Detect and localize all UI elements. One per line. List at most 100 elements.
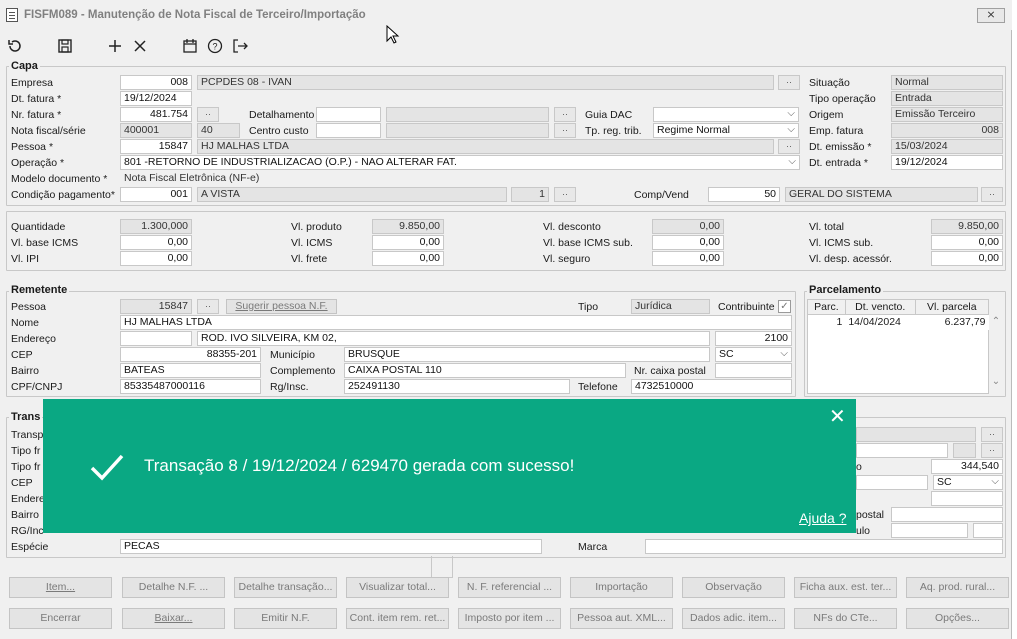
rem-endereco-type-field[interactable]	[120, 331, 192, 346]
empresa-lookup-button[interactable]: ··	[778, 75, 800, 90]
guia-dac-select[interactable]	[653, 107, 799, 122]
toast-close-icon[interactable]: ✕	[829, 404, 846, 429]
trans-numero-field[interactable]	[931, 491, 1003, 506]
base-icms-field[interactable]: 0,00	[120, 235, 192, 250]
parcelamento-scrollbar[interactable]: ⌃ ⌄	[990, 316, 1002, 394]
ficha-aux-button[interactable]: Ficha aux. est. ter...	[794, 577, 897, 598]
check-icon	[90, 454, 124, 481]
base-icms-sub-field[interactable]: 0,00	[652, 235, 724, 250]
trans-lookup-button-2[interactable]: ··	[981, 443, 1003, 458]
table-row[interactable]: 1 14/04/2024 6.237,79	[807, 314, 989, 330]
window-close-button[interactable]: ⨯	[977, 8, 1005, 23]
dt-fatura-field[interactable]: 19/12/2024	[120, 91, 192, 106]
nr-fatura-field[interactable]: 481.754	[120, 107, 192, 122]
ipi-field[interactable]: 0,00	[120, 251, 192, 266]
centro-custo-lookup-button[interactable]: ··	[554, 123, 576, 138]
seguro-field[interactable]: 0,00	[652, 251, 724, 266]
pessoa-lookup-button[interactable]: ··	[778, 139, 800, 154]
marca-field[interactable]	[645, 539, 1003, 554]
importacao-button[interactable]: Importação	[570, 577, 673, 598]
operacao-select[interactable]: 801 -RETORNO DE INDUSTRIALIZACAO (O.P.) …	[120, 155, 800, 170]
pessoa-code-field[interactable]: 15847	[120, 139, 192, 154]
tp-reg-trib-label: Tp. reg. trib.	[585, 125, 642, 137]
vencto-header[interactable]: Dt. vencto.	[844, 299, 916, 315]
nr-fatura-lookup-button[interactable]: ··	[197, 107, 219, 122]
trans-lookup-button[interactable]: ··	[981, 427, 1003, 442]
rem-cep-field[interactable]: 88355-201	[120, 347, 261, 362]
empresa-name-field: PCPDES 08 - IVAN	[197, 75, 774, 90]
trans-postal-field[interactable]	[891, 507, 1003, 522]
rem-telefone-field[interactable]: 4732510000	[631, 379, 792, 394]
empresa-code-field[interactable]: 008	[120, 75, 192, 90]
comp-vend-lookup-button[interactable]: ··	[981, 187, 1003, 202]
rem-bairro-field[interactable]: BATEAS	[120, 363, 261, 378]
comp-vend-code-field[interactable]: 50	[708, 187, 780, 202]
desp-field[interactable]: 0,00	[931, 251, 1003, 266]
sugerir-pessoa-button[interactable]: Sugerir pessoa N.F.	[226, 299, 337, 314]
opcoes-button[interactable]: Opções...	[906, 608, 1009, 629]
rem-caixa-postal-field[interactable]	[715, 363, 792, 378]
rem-cpf-field[interactable]: 85335487000116	[120, 379, 261, 394]
trans-ulo-field[interactable]	[891, 523, 968, 538]
refresh-icon[interactable]	[5, 36, 25, 56]
icms-field[interactable]: 0,00	[372, 235, 444, 250]
visualizar-total-button[interactable]: Visualizar total...	[346, 577, 449, 598]
contribuinte-checkbox[interactable]: ✓	[778, 300, 791, 313]
rem-endereco-field[interactable]: ROD. IVO SILVEIRA, KM 02,	[197, 331, 710, 346]
condicao-code-field[interactable]: 001	[120, 187, 192, 202]
rem-rg-field[interactable]: 252491130	[344, 379, 570, 394]
rem-municipio-field[interactable]: BRUSQUE	[344, 347, 710, 362]
condicao-lookup-button[interactable]: ··	[554, 187, 576, 202]
frete-field[interactable]: 0,00	[372, 251, 444, 266]
trans-endereco-label: Endere	[11, 493, 45, 505]
nf-referencial-button[interactable]: N. F. referencial ...	[458, 577, 561, 598]
aq-prod-rural-button[interactable]: Aq. prod. rural...	[906, 577, 1009, 598]
emitir-nf-button[interactable]: Emitir N.F.	[234, 608, 337, 629]
delete-icon[interactable]	[130, 36, 150, 56]
tp-reg-trib-select[interactable]: Regime Normal	[653, 123, 799, 138]
trans-ulo-field-2[interactable]	[973, 523, 1003, 538]
scroll-down-icon[interactable]: ⌄	[990, 376, 1002, 387]
dt-entrada-field[interactable]: 19/12/2024	[891, 155, 1003, 170]
imposto-item-button[interactable]: Imposto por item ...	[458, 608, 561, 629]
centro-custo-label: Centro custo	[249, 125, 309, 137]
calendar-icon[interactable]	[180, 36, 200, 56]
operacao-label: Operação *	[11, 157, 65, 169]
trans-peso-field[interactable]: 344,540	[931, 459, 1003, 474]
dados-adic-item-button[interactable]: Dados adic. item...	[682, 608, 785, 629]
toast-help-link[interactable]: Ajuda ?	[799, 510, 846, 526]
trans-field-2[interactable]	[856, 443, 948, 458]
rem-uf-select[interactable]: SC	[715, 347, 792, 362]
pessoa-aut-xml-button[interactable]: Pessoa aut. XML...	[570, 608, 673, 629]
baixar-button[interactable]: Baixar...	[122, 608, 225, 629]
icms-sub-field[interactable]: 0,00	[931, 235, 1003, 250]
parc-header[interactable]: Parc.	[807, 299, 846, 315]
rem-complemento-field[interactable]: CAIXA POSTAL 110	[344, 363, 626, 378]
encerrar-button[interactable]: Encerrar	[9, 608, 112, 629]
icms-sub-label: Vl. ICMS sub.	[809, 237, 874, 249]
valor-header[interactable]: Vl. parcela	[914, 299, 990, 315]
scroll-up-icon[interactable]: ⌃	[990, 316, 1002, 327]
trans-uf-select[interactable]: SC	[933, 475, 1003, 490]
add-icon[interactable]	[105, 36, 125, 56]
cont-item-rem-button[interactable]: Cont. item rem. ret...	[346, 608, 449, 629]
valor-cell: 6.237,79	[915, 314, 989, 330]
item-button[interactable]: Item...	[9, 577, 112, 598]
help-icon[interactable]: ?	[205, 36, 225, 56]
rem-pessoa-lookup-button[interactable]: ··	[197, 299, 219, 314]
detalhe-transacao-button[interactable]: Detalhe transação...	[234, 577, 337, 598]
exit-icon[interactable]	[230, 36, 250, 56]
save-icon[interactable]	[55, 36, 75, 56]
detalhe-nf-button[interactable]: Detalhe N.F. ...	[122, 577, 225, 598]
rem-nome-field[interactable]: HJ MALHAS LTDA	[120, 315, 792, 330]
rem-numero-field[interactable]: 2100	[715, 331, 792, 346]
centro-custo-field[interactable]	[316, 123, 381, 138]
observacao-button[interactable]: Observação	[682, 577, 785, 598]
splitter-handle[interactable]	[431, 556, 453, 578]
parcelamento-group-label: Parcelamento	[807, 284, 884, 296]
nfs-cte-button[interactable]: NFs do CTe...	[794, 608, 897, 629]
detalhamento-field[interactable]	[316, 107, 381, 122]
especie-field[interactable]: PECAS	[120, 539, 542, 554]
detalhamento-lookup-button[interactable]: ··	[554, 107, 576, 122]
trans-cep-field[interactable]	[856, 475, 928, 490]
